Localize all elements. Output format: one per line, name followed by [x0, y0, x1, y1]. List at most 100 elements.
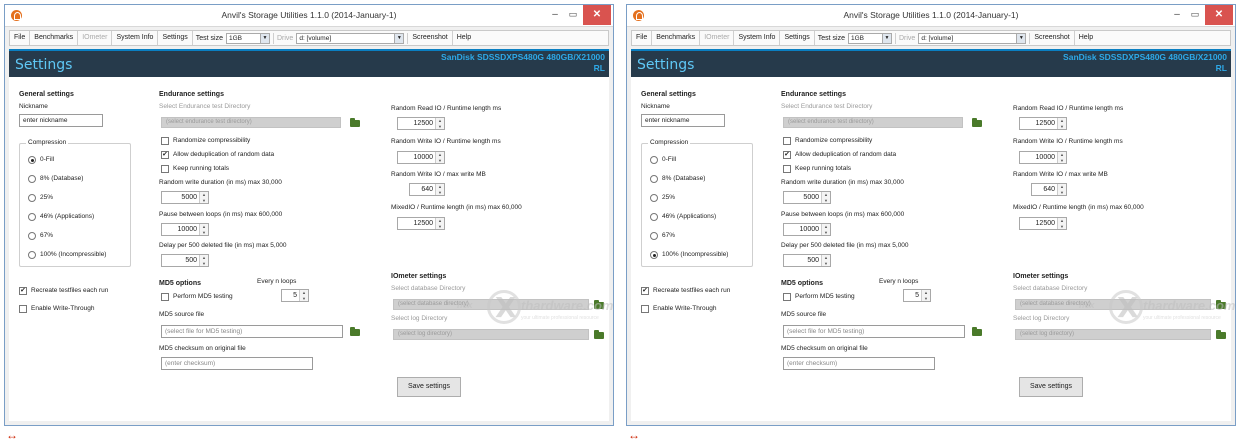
- md5-perform-checkbox[interactable]: [783, 293, 791, 301]
- mixed-io-spinner[interactable]: 12500 ▲ ▼: [1019, 217, 1067, 230]
- compression-radio[interactable]: [650, 232, 658, 240]
- every-n-loops-spinner[interactable]: 5 ▲ ▼: [281, 289, 309, 302]
- folder-icon[interactable]: [1215, 329, 1227, 340]
- test-size-select[interactable]: 1GB ▼: [847, 32, 892, 44]
- spinner-arrows-icon[interactable]: ▲ ▼: [435, 218, 444, 229]
- every-n-loops-spinner[interactable]: 5 ▲ ▼: [903, 289, 931, 302]
- maximize-button[interactable]: ▭: [1187, 5, 1203, 25]
- delay-spinner[interactable]: 500 ▲ ▼: [161, 254, 209, 267]
- md5-checksum-input[interactable]: (enter checksum): [161, 357, 313, 370]
- spinner-arrows-icon[interactable]: ▲ ▼: [921, 290, 930, 301]
- endurance-dir-input[interactable]: (select endurance test directory): [783, 117, 963, 128]
- spinner-arrows-icon[interactable]: ▲ ▼: [1057, 118, 1066, 129]
- delay-spinner[interactable]: 500 ▲ ▼: [783, 254, 831, 267]
- maximize-button[interactable]: ▭: [565, 5, 581, 25]
- random-write-io-spinner[interactable]: 10000 ▲ ▼: [397, 151, 445, 164]
- random-read-spinner[interactable]: 12500 ▲ ▼: [1019, 117, 1067, 130]
- spinner-arrows-icon[interactable]: ▲ ▼: [1057, 218, 1066, 229]
- random-write-mb-spinner[interactable]: 640 ▲ ▼: [409, 183, 445, 196]
- endurance-dir-input[interactable]: (select endurance test directory): [161, 117, 341, 128]
- save-settings-button[interactable]: Save settings: [1019, 377, 1083, 397]
- spinner-arrows-icon[interactable]: ▲ ▼: [199, 224, 208, 235]
- spinner-arrows-icon[interactable]: ▲ ▼: [821, 255, 830, 266]
- running-totals-checkbox[interactable]: [783, 165, 791, 173]
- expand-arrow-icon[interactable]: ↔: [628, 428, 640, 442]
- menu-file[interactable]: File: [10, 31, 31, 45]
- menu-screenshot[interactable]: Screenshot: [408, 31, 453, 45]
- pause-loops-spinner[interactable]: 10000 ▲ ▼: [783, 223, 831, 236]
- random-write-spinner[interactable]: 5000 ▲ ▼: [161, 191, 209, 204]
- random-write-spinner[interactable]: 5000 ▲ ▼: [783, 191, 831, 204]
- write-through-checkbox[interactable]: [19, 305, 27, 313]
- spinner-arrows-icon[interactable]: ▲ ▼: [435, 184, 444, 195]
- spinner-arrows-icon[interactable]: ▲ ▼: [199, 192, 208, 203]
- spinner-arrows-icon[interactable]: ▲ ▼: [299, 290, 308, 301]
- log-dir-input[interactable]: (select log directory): [393, 329, 589, 340]
- write-through-checkbox[interactable]: [641, 305, 649, 313]
- compression-radio[interactable]: [28, 175, 36, 183]
- minimize-button[interactable]: –: [1169, 5, 1185, 25]
- drive-select[interactable]: d: [volume] ▼: [296, 32, 405, 44]
- recreate-checkbox[interactable]: [19, 287, 27, 295]
- spinner-arrows-icon[interactable]: ▲ ▼: [435, 118, 444, 129]
- folder-icon[interactable]: [349, 117, 361, 128]
- close-button[interactable]: ✕: [583, 5, 611, 25]
- md5-checksum-input[interactable]: (enter checksum): [783, 357, 935, 370]
- recreate-checkbox[interactable]: [641, 287, 649, 295]
- menu-benchmarks[interactable]: Benchmarks: [652, 31, 701, 45]
- spinner-arrows-icon[interactable]: ▲ ▼: [1057, 152, 1066, 163]
- randomize-checkbox[interactable]: [783, 137, 791, 145]
- menu-screenshot[interactable]: Screenshot: [1030, 31, 1075, 45]
- folder-icon[interactable]: [349, 326, 361, 337]
- random-read-spinner[interactable]: 12500 ▲ ▼: [397, 117, 445, 130]
- compression-radio[interactable]: [28, 213, 36, 221]
- menu-system-info[interactable]: System Info: [112, 31, 159, 45]
- menu-system-info[interactable]: System Info: [734, 31, 781, 45]
- dedup-checkbox[interactable]: [783, 151, 791, 159]
- spinner-arrows-icon[interactable]: ▲ ▼: [435, 152, 444, 163]
- menu-benchmarks[interactable]: Benchmarks: [30, 31, 79, 45]
- log-dir-input[interactable]: (select log directory): [1015, 329, 1211, 340]
- close-button[interactable]: ✕: [1205, 5, 1233, 25]
- test-size-select[interactable]: 1GB ▼: [225, 32, 270, 44]
- folder-icon[interactable]: [593, 329, 605, 340]
- expand-arrow-icon[interactable]: ↔: [6, 428, 18, 442]
- compression-radio[interactable]: [650, 175, 658, 183]
- pause-loops-spinner[interactable]: 10000 ▲ ▼: [161, 223, 209, 236]
- menu-iometer[interactable]: IOmeter: [700, 31, 735, 45]
- folder-icon[interactable]: [971, 117, 983, 128]
- compression-radio[interactable]: [650, 156, 658, 164]
- random-write-mb-spinner[interactable]: 640 ▲ ▼: [1031, 183, 1067, 196]
- menu-iometer[interactable]: IOmeter: [78, 31, 113, 45]
- menu-file[interactable]: File: [632, 31, 653, 45]
- menu-settings[interactable]: Settings: [158, 31, 193, 45]
- drive-select[interactable]: d: [volume] ▼: [918, 32, 1027, 44]
- dedup-checkbox[interactable]: [161, 151, 169, 159]
- save-settings-button[interactable]: Save settings: [397, 377, 461, 397]
- spinner-arrows-icon[interactable]: ▲ ▼: [199, 255, 208, 266]
- folder-icon[interactable]: [971, 326, 983, 337]
- running-totals-checkbox[interactable]: [161, 165, 169, 173]
- nickname-input[interactable]: enter nickname: [641, 114, 725, 127]
- random-write-io-spinner[interactable]: 10000 ▲ ▼: [1019, 151, 1067, 164]
- menu-settings[interactable]: Settings: [780, 31, 815, 45]
- menu-help[interactable]: Help: [453, 31, 475, 45]
- compression-radio[interactable]: [28, 194, 36, 202]
- compression-radio[interactable]: [28, 251, 36, 259]
- compression-radio[interactable]: [28, 232, 36, 240]
- compression-radio[interactable]: [650, 251, 658, 259]
- menu-help[interactable]: Help: [1075, 31, 1097, 45]
- md5-source-input[interactable]: (select file for MD5 testing): [161, 325, 343, 338]
- spinner-arrows-icon[interactable]: ▲ ▼: [821, 192, 830, 203]
- compression-radio[interactable]: [650, 194, 658, 202]
- compression-radio[interactable]: [650, 213, 658, 221]
- mixed-io-spinner[interactable]: 12500 ▲ ▼: [397, 217, 445, 230]
- spinner-arrows-icon[interactable]: ▲ ▼: [821, 224, 830, 235]
- md5-source-input[interactable]: (select file for MD5 testing): [783, 325, 965, 338]
- minimize-button[interactable]: –: [547, 5, 563, 25]
- nickname-input[interactable]: enter nickname: [19, 114, 103, 127]
- compression-radio[interactable]: [28, 156, 36, 164]
- randomize-checkbox[interactable]: [161, 137, 169, 145]
- spinner-arrows-icon[interactable]: ▲ ▼: [1057, 184, 1066, 195]
- md5-perform-checkbox[interactable]: [161, 293, 169, 301]
